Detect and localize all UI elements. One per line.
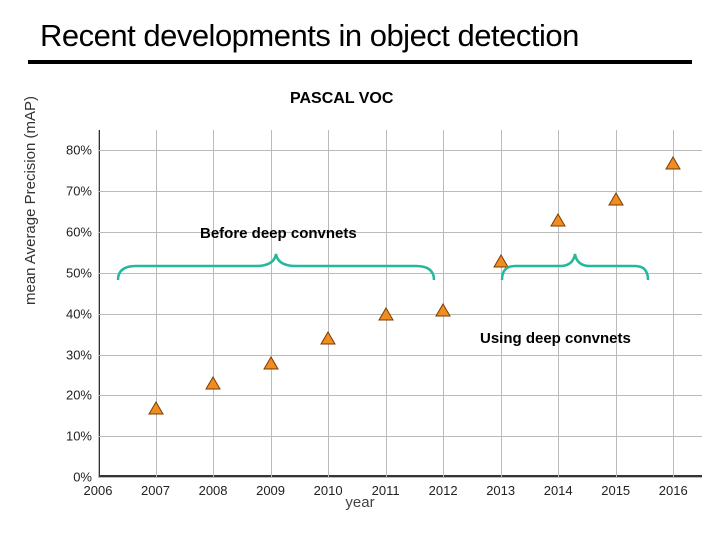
data-point [205, 376, 221, 390]
grid-v [501, 130, 502, 477]
brace-using [500, 252, 650, 282]
data-point [608, 192, 624, 206]
data-point [665, 156, 681, 170]
grid-h [98, 150, 702, 151]
x-axis-label: year [345, 494, 374, 511]
chart-title: PASCAL VOC [290, 90, 393, 108]
x-tick: 2009 [256, 477, 285, 498]
chart-area: mean Average Precision (mAP) year 0%10%2… [8, 125, 712, 515]
grid-v [213, 130, 214, 477]
x-tick: 2012 [429, 477, 458, 498]
slide: Recent developments in object detection … [0, 0, 720, 540]
grid-v [271, 130, 272, 477]
x-tick: 2010 [314, 477, 343, 498]
data-point [320, 331, 336, 345]
annotation-using: Using deep convnets [480, 330, 631, 347]
y-tick: 20% [66, 388, 98, 403]
y-tick: 70% [66, 184, 98, 199]
annotation-before: Before deep convnets [200, 225, 357, 242]
y-tick: 80% [66, 143, 98, 158]
grid-v [328, 130, 329, 477]
x-tick: 2008 [199, 477, 228, 498]
x-tick: 2007 [141, 477, 170, 498]
grid-h [98, 355, 702, 356]
data-point [550, 213, 566, 227]
y-tick: 50% [66, 265, 98, 280]
grid-v [98, 130, 99, 477]
y-tick: 10% [66, 429, 98, 444]
y-tick: 40% [66, 306, 98, 321]
x-tick: 2013 [486, 477, 515, 498]
y-tick: 30% [66, 347, 98, 362]
grid-h [98, 232, 702, 233]
data-point [378, 307, 394, 321]
grid-v [156, 130, 157, 477]
x-tick: 2016 [659, 477, 688, 498]
grid-h [98, 314, 702, 315]
grid-v [616, 130, 617, 477]
data-point [435, 303, 451, 317]
brace-before [116, 252, 436, 282]
grid-h [98, 395, 702, 396]
x-tick: 2006 [84, 477, 113, 498]
slide-title: Recent developments in object detection [40, 18, 579, 54]
x-tick: 2014 [544, 477, 573, 498]
y-tick: 60% [66, 225, 98, 240]
grid-v [673, 130, 674, 477]
grid-v [558, 130, 559, 477]
plot-area: 0%10%20%30%40%50%60%70%80%20062007200820… [98, 130, 702, 477]
x-tick: 2015 [601, 477, 630, 498]
title-rule [28, 60, 692, 64]
data-point [148, 401, 164, 415]
y-axis-label: mean Average Precision (mAP) [22, 96, 39, 305]
data-point [263, 356, 279, 370]
grid-h [98, 436, 702, 437]
x-tick: 2011 [372, 477, 400, 498]
grid-v [386, 130, 387, 477]
